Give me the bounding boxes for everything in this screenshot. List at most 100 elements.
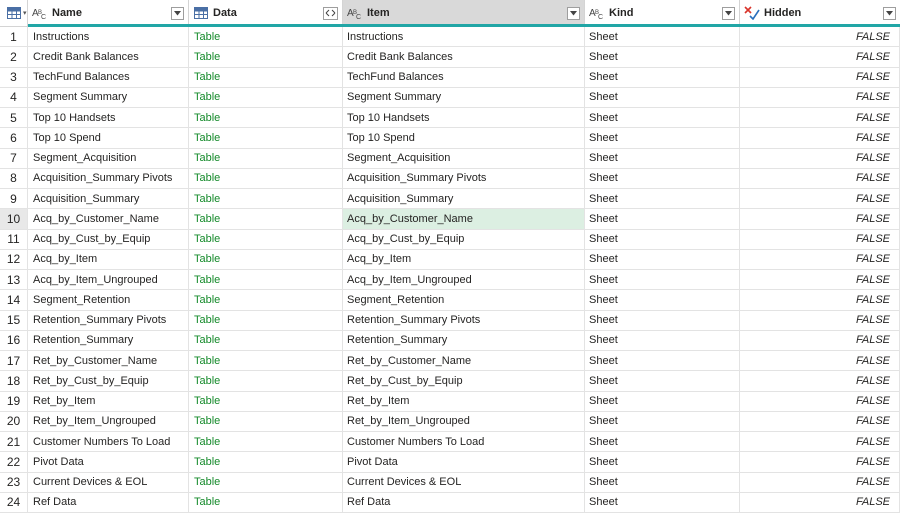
cell-kind[interactable]: Sheet (585, 229, 740, 249)
cell-data-table-link[interactable]: Table (189, 270, 343, 290)
cell-name[interactable]: Segment_Retention (28, 290, 189, 310)
table-row[interactable]: 14 Segment_Retention Table Segment_Retentio… (0, 290, 900, 311)
cell-item[interactable]: TechFund Balances (343, 67, 585, 87)
cell-hidden[interactable]: FALSE (740, 270, 900, 290)
table-row[interactable]: 6 Top 10 Spend Table Top 10 Spend Sheet FALSE (0, 128, 900, 149)
cell-hidden[interactable]: FALSE (740, 27, 900, 47)
cell-hidden[interactable]: FALSE (740, 128, 900, 148)
cell-name[interactable]: Ret_by_Cust_by_Equip (28, 371, 189, 391)
cell-hidden[interactable]: FALSE (740, 168, 900, 188)
column-header-hidden[interactable]: Hidden (740, 0, 900, 26)
cell-data-table-link[interactable]: Table (189, 209, 343, 229)
table-row[interactable]: 21 Customer Numbers To Load Table Customer … (0, 432, 900, 453)
cell-item[interactable]: Ret_by_Item_Ungrouped (343, 411, 585, 431)
cell-item[interactable]: Instructions (343, 27, 585, 47)
cell-name[interactable]: Top 10 Handsets (28, 108, 189, 128)
table-row[interactable]: 17 Ret_by_Customer_Name Table Ret_by_Custom… (0, 351, 900, 372)
cell-kind[interactable]: Sheet (585, 108, 740, 128)
cell-item[interactable]: Retention_Summary Pivots (343, 310, 585, 330)
cell-data-table-link[interactable]: Table (189, 229, 343, 249)
cell-kind[interactable]: Sheet (585, 209, 740, 229)
cell-data-table-link[interactable]: Table (189, 87, 343, 107)
table-options-button[interactable]: ▾ (0, 0, 28, 26)
cell-data-table-link[interactable]: Table (189, 189, 343, 209)
cell-kind[interactable]: Sheet (585, 330, 740, 350)
cell-data-table-link[interactable]: Table (189, 128, 343, 148)
cell-name[interactable]: Acquisition_Summary Pivots (28, 168, 189, 188)
cell-kind[interactable]: Sheet (585, 290, 740, 310)
cell-hidden[interactable]: FALSE (740, 391, 900, 411)
cell-item[interactable]: Acq_by_Cust_by_Equip (343, 229, 585, 249)
cell-kind[interactable]: Sheet (585, 189, 740, 209)
cell-kind[interactable]: Sheet (585, 27, 740, 47)
cell-item[interactable]: Ret_by_Customer_Name (343, 351, 585, 371)
table-row[interactable]: 5 Top 10 Handsets Table Top 10 Handsets Shee… (0, 108, 900, 129)
cell-name[interactable]: Segment Summary (28, 87, 189, 107)
cell-item[interactable]: Segment_Acquisition (343, 148, 585, 168)
cell-item[interactable]: Segment Summary (343, 87, 585, 107)
cell-name[interactable]: Ret_by_Item_Ungrouped (28, 411, 189, 431)
cell-name[interactable]: TechFund Balances (28, 67, 189, 87)
cell-kind[interactable]: Sheet (585, 249, 740, 269)
cell-hidden[interactable]: FALSE (740, 108, 900, 128)
cell-data-table-link[interactable]: Table (189, 391, 343, 411)
table-row[interactable]: 15 Retention_Summary Pivots Table Retention… (0, 310, 900, 331)
cell-item[interactable]: Pivot Data (343, 452, 585, 472)
cell-data-table-link[interactable]: Table (189, 47, 343, 67)
cell-data-table-link[interactable]: Table (189, 148, 343, 168)
cell-kind[interactable]: Sheet (585, 371, 740, 391)
table-row[interactable]: 1 Instructions Table Instructions Sheet FALSE (0, 27, 900, 48)
expand-column-button[interactable] (323, 6, 338, 20)
cell-item[interactable]: Top 10 Handsets (343, 108, 585, 128)
cell-name[interactable]: Acq_by_Customer_Name (28, 209, 189, 229)
cell-name[interactable]: Acq_by_Item_Ungrouped (28, 270, 189, 290)
cell-hidden[interactable]: FALSE (740, 290, 900, 310)
cell-kind[interactable]: Sheet (585, 47, 740, 67)
cell-item[interactable]: Ret_by_Item (343, 391, 585, 411)
cell-item[interactable]: Customer Numbers To Load (343, 432, 585, 452)
cell-kind[interactable]: Sheet (585, 411, 740, 431)
cell-item[interactable]: Acquisition_Summary Pivots (343, 168, 585, 188)
cell-kind[interactable]: Sheet (585, 351, 740, 371)
cell-hidden[interactable]: FALSE (740, 87, 900, 107)
cell-item[interactable]: Top 10 Spend (343, 128, 585, 148)
cell-hidden[interactable]: FALSE (740, 492, 900, 512)
table-row[interactable]: 20 Ret_by_Item_Ungrouped Table Ret_by_Item_… (0, 411, 900, 432)
table-row[interactable]: 11 Acq_by_Cust_by_Equip Table Acq_by_Cust_b… (0, 229, 900, 250)
column-header-kind[interactable]: ABC Kind (585, 0, 740, 26)
cell-item[interactable]: Acq_by_Item (343, 249, 585, 269)
cell-hidden[interactable]: FALSE (740, 411, 900, 431)
cell-data-table-link[interactable]: Table (189, 411, 343, 431)
cell-name[interactable]: Credit Bank Balances (28, 47, 189, 67)
table-row[interactable]: 8 Acquisition_Summary Pivots Table Acquisit… (0, 168, 900, 189)
table-row[interactable]: 22 Pivot Data Table Pivot Data Sheet FALSE (0, 452, 900, 473)
cell-hidden[interactable]: FALSE (740, 189, 900, 209)
table-row[interactable]: 9 Acquisition_Summary Table Acquisition_Sum… (0, 189, 900, 210)
cell-hidden[interactable]: FALSE (740, 472, 900, 492)
cell-name[interactable]: Acquisition_Summary (28, 189, 189, 209)
cell-name[interactable]: Acq_by_Cust_by_Equip (28, 229, 189, 249)
column-header-data[interactable]: Data (189, 0, 343, 26)
cell-name[interactable]: Segment_Acquisition (28, 148, 189, 168)
cell-kind[interactable]: Sheet (585, 67, 740, 87)
cell-data-table-link[interactable]: Table (189, 27, 343, 47)
cell-data-table-link[interactable]: Table (189, 310, 343, 330)
cell-kind[interactable]: Sheet (585, 492, 740, 512)
cell-hidden[interactable]: FALSE (740, 47, 900, 67)
cell-item[interactable]: Acq_by_Item_Ungrouped (343, 270, 585, 290)
table-row[interactable]: 18 Ret_by_Cust_by_Equip Table Ret_by_Cust_b… (0, 371, 900, 392)
cell-name[interactable]: Acq_by_Item (28, 249, 189, 269)
table-row[interactable]: 7 Segment_Acquisition Table Segment_Acquisi… (0, 148, 900, 169)
column-header-item[interactable]: ABC Item (343, 0, 585, 26)
cell-hidden[interactable]: FALSE (740, 452, 900, 472)
table-row[interactable]: 10 Acq_by_Customer_Name Table Acq_by_Custom… (0, 209, 900, 230)
cell-name[interactable]: Ref Data (28, 492, 189, 512)
cell-item[interactable]: Segment_Retention (343, 290, 585, 310)
table-row[interactable]: 4 Segment Summary Table Segment Summary Shee… (0, 87, 900, 108)
cell-data-table-link[interactable]: Table (189, 371, 343, 391)
cell-data-table-link[interactable]: Table (189, 67, 343, 87)
cell-data-table-link[interactable]: Table (189, 249, 343, 269)
cell-data-table-link[interactable]: Table (189, 168, 343, 188)
cell-kind[interactable]: Sheet (585, 432, 740, 452)
cell-item[interactable]: Current Devices & EOL (343, 472, 585, 492)
